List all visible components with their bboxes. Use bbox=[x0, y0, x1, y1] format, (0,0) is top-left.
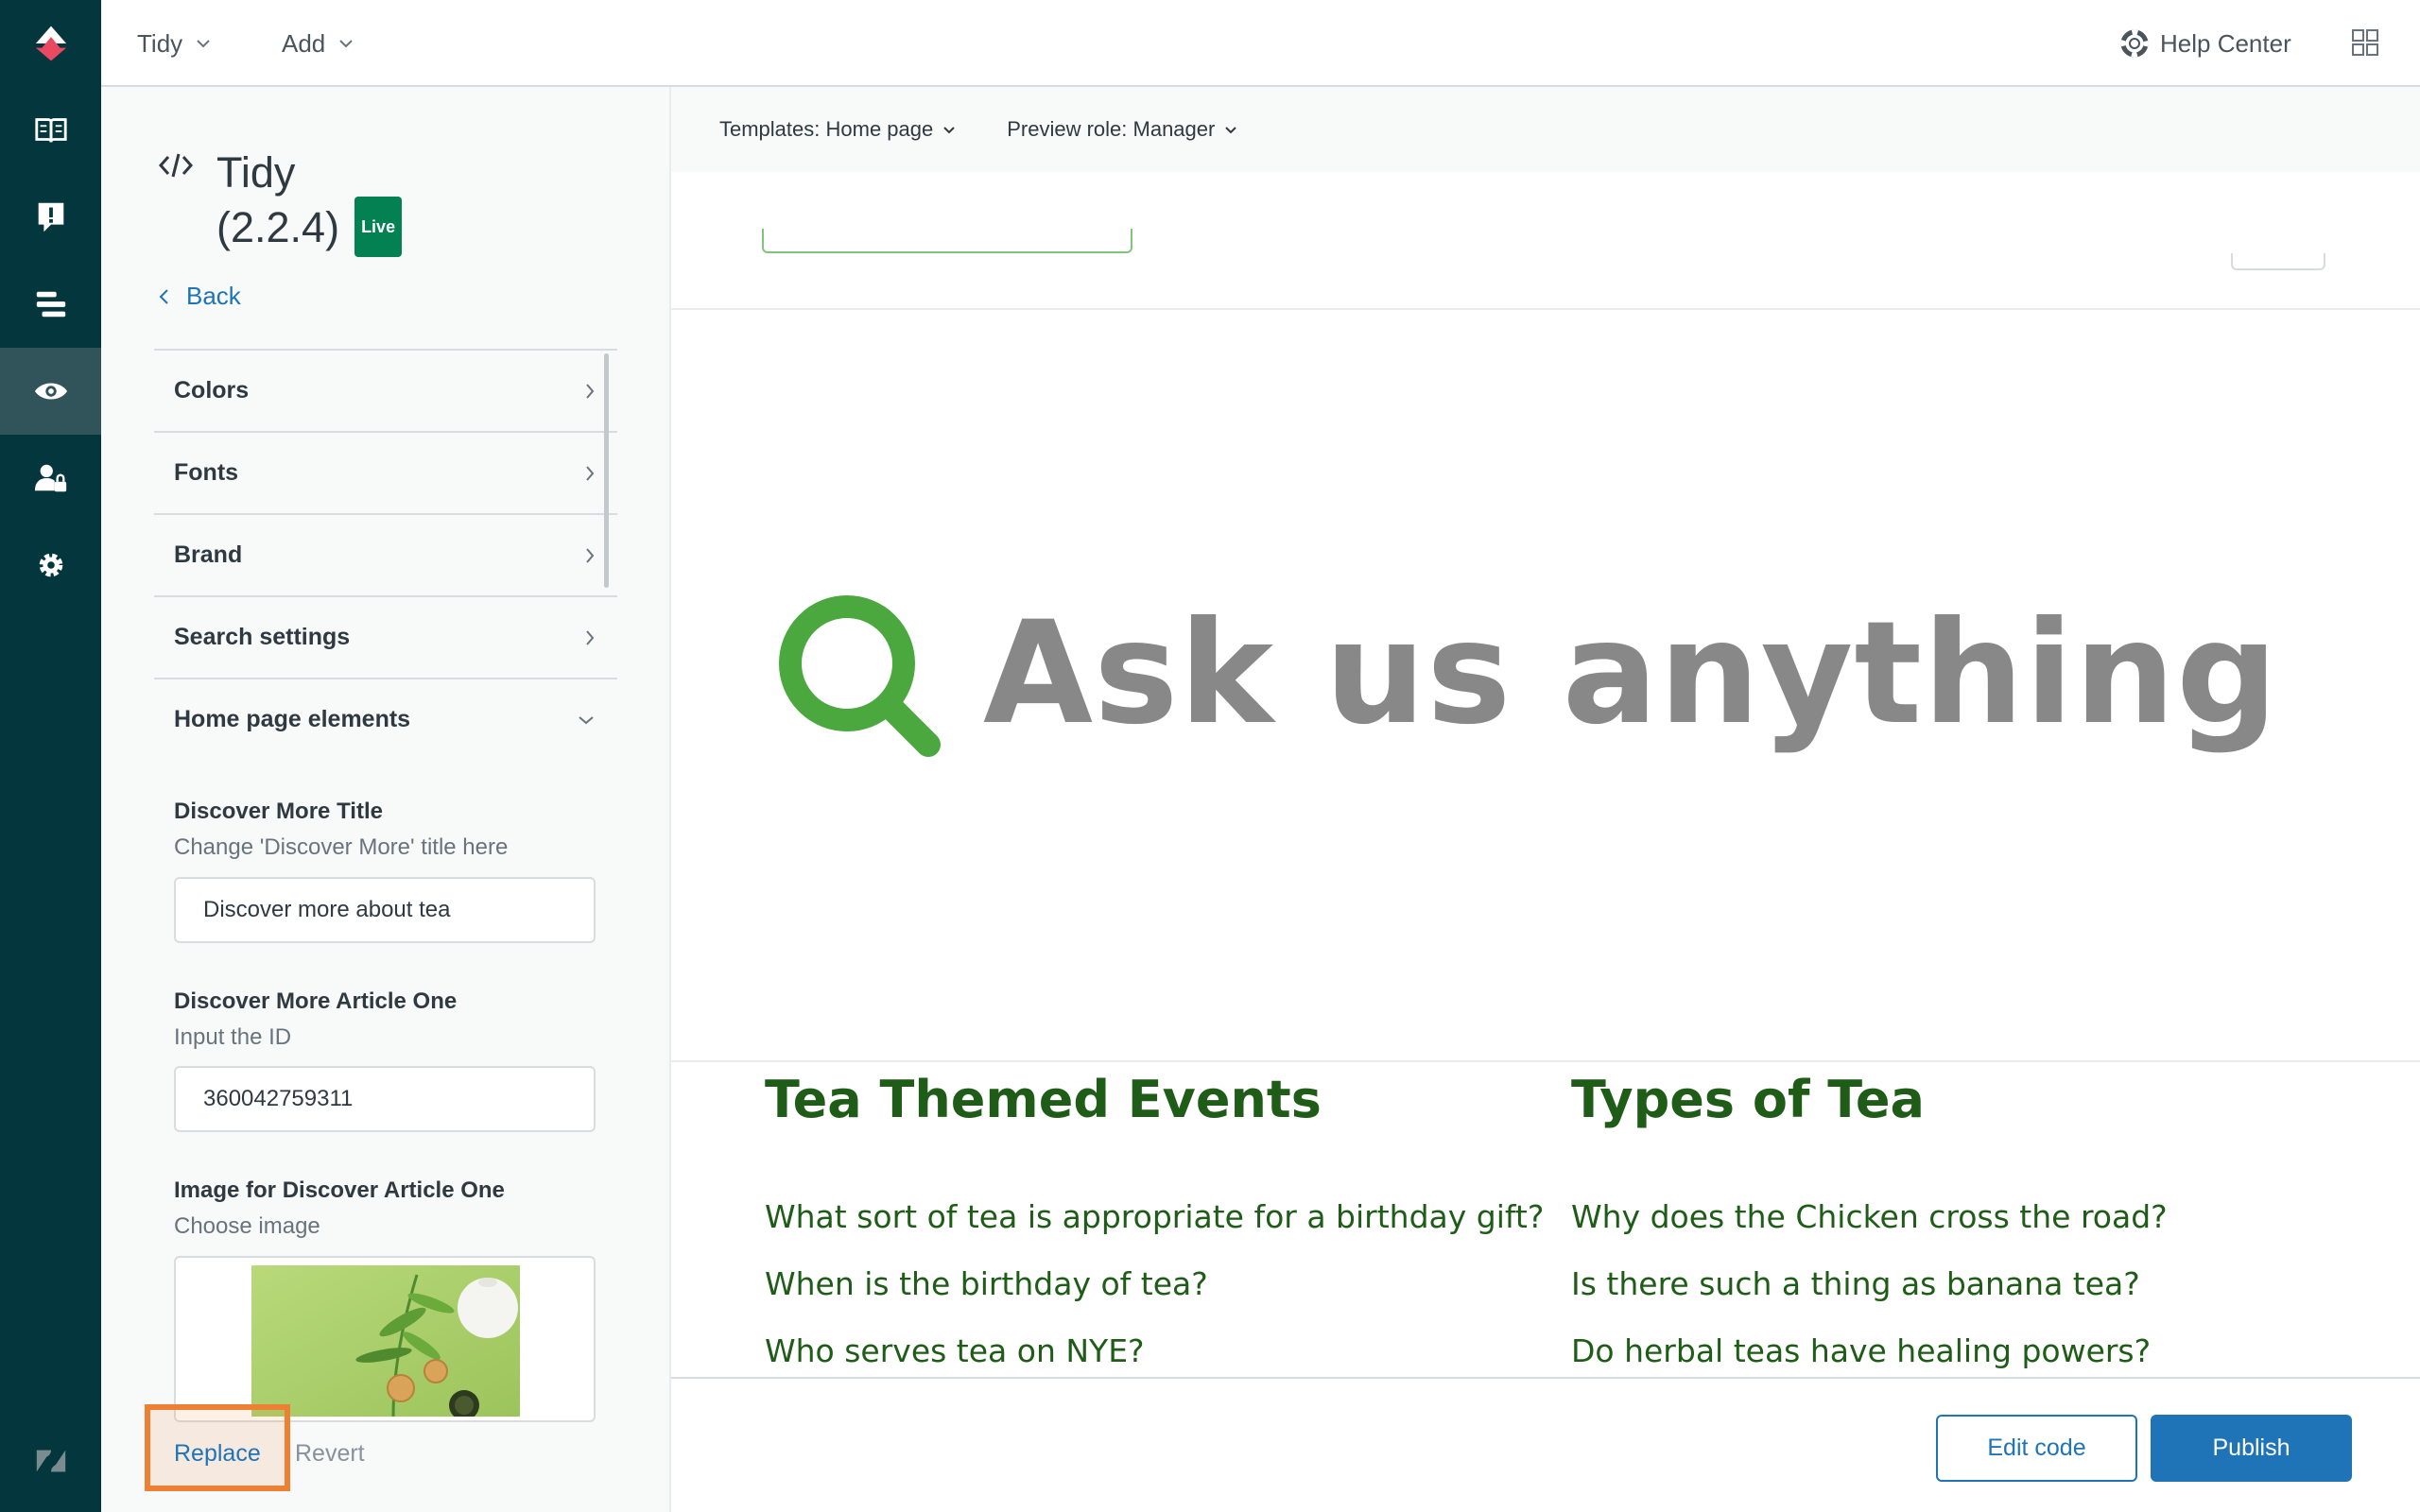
menu-tidy[interactable]: Tidy bbox=[137, 0, 211, 87]
accordion-label: Fonts bbox=[174, 459, 239, 486]
help-center-link[interactable]: Help Center bbox=[2120, 0, 2291, 87]
theme-title: Tidy (2.2.4) Live bbox=[216, 146, 403, 261]
zendesk-logo[interactable] bbox=[0, 0, 101, 87]
accordion-label: Colors bbox=[174, 377, 250, 404]
chevron-down-icon bbox=[197, 40, 210, 48]
theme-name: Tidy bbox=[216, 148, 296, 197]
templates-label: Templates: Home page bbox=[719, 117, 934, 141]
rail-item-guide[interactable] bbox=[0, 87, 101, 174]
tea-image bbox=[251, 1265, 520, 1417]
article-link[interactable]: Why does the Chicken cross the road? bbox=[1571, 1198, 2168, 1235]
article-link[interactable]: Do herbal teas have healing powers? bbox=[1571, 1332, 2151, 1369]
article-one-label: Discover More Article One bbox=[174, 988, 458, 1014]
menu-tidy-label: Tidy bbox=[137, 28, 183, 58]
accordion-label: Brand bbox=[174, 541, 243, 568]
section-title-events: Tea Themed Events bbox=[765, 1070, 1322, 1129]
panel-scrollbar[interactable] bbox=[604, 353, 609, 588]
site-header bbox=[671, 172, 2420, 310]
menu-add[interactable]: Add bbox=[282, 0, 354, 87]
accordion-label: Search settings bbox=[174, 624, 351, 650]
revert-button[interactable]: Revert bbox=[295, 1440, 365, 1468]
theme-version: (2.2.4) bbox=[216, 203, 340, 251]
templates-dropdown[interactable]: Templates: Home page bbox=[719, 117, 956, 142]
image-picker[interactable] bbox=[174, 1256, 596, 1422]
chevron-down-icon bbox=[579, 715, 594, 724]
live-badge: Live bbox=[354, 197, 403, 258]
accordion-home-page-elements[interactable]: Home page elements bbox=[154, 678, 617, 760]
article-link[interactable]: What sort of tea is appropriate for a bi… bbox=[765, 1198, 1544, 1235]
code-icon bbox=[158, 153, 194, 178]
product-rail bbox=[0, 0, 101, 1512]
rail-item-alerts[interactable] bbox=[0, 174, 101, 261]
rail-item-users[interactable] bbox=[0, 435, 101, 522]
chevron-down-icon bbox=[339, 40, 353, 48]
preview-role-label: Preview role: Manager bbox=[1007, 117, 1216, 141]
rail-item-arrange[interactable] bbox=[0, 261, 101, 348]
hero-section: Ask us anything bbox=[671, 310, 2420, 1062]
article-link[interactable]: When is the birthday of tea? bbox=[765, 1265, 1208, 1302]
accordion-fonts[interactable]: Fonts bbox=[154, 431, 617, 513]
edit-code-button[interactable]: Edit code bbox=[1936, 1415, 2137, 1482]
zendesk-z-icon bbox=[36, 1450, 65, 1472]
accordion-search-settings[interactable]: Search settings bbox=[154, 595, 617, 678]
site-menu-button[interactable] bbox=[2231, 253, 2325, 270]
discover-title-hint: Change 'Discover More' title here bbox=[174, 834, 509, 860]
site-logo[interactable] bbox=[762, 229, 1132, 253]
rail-item-settings[interactable] bbox=[0, 522, 101, 609]
back-link[interactable]: Back bbox=[158, 282, 241, 311]
chevron-right-icon bbox=[586, 465, 595, 481]
chevron-right-icon bbox=[586, 547, 595, 563]
alert-flag-icon bbox=[38, 202, 63, 232]
search-icon bbox=[779, 595, 941, 757]
image-article-one-hint: Choose image bbox=[174, 1213, 320, 1239]
preview-toolbar: Templates: Home page Preview role: Manag… bbox=[671, 87, 2420, 172]
article-one-hint: Input the ID bbox=[174, 1024, 292, 1050]
publish-button[interactable]: Publish bbox=[2151, 1415, 2352, 1482]
discover-title-input[interactable] bbox=[174, 877, 596, 943]
replace-button[interactable]: Replace bbox=[174, 1440, 261, 1468]
article-link[interactable]: Is there such a thing as banana tea? bbox=[1571, 1265, 2140, 1302]
section-title-types: Types of Tea bbox=[1571, 1070, 1925, 1129]
accordion-label: Home page elements bbox=[174, 706, 411, 732]
hero-title: Ask us anything bbox=[983, 592, 2279, 756]
theme-settings-panel: Tidy (2.2.4) Live Back Colors Fonts Brand… bbox=[101, 87, 671, 1512]
chevron-right-icon bbox=[586, 629, 595, 645]
rail-item-zendesk[interactable] bbox=[0, 1418, 101, 1504]
tea-image-thumbnail bbox=[251, 1265, 520, 1417]
eye-icon bbox=[34, 383, 67, 400]
accordion-colors[interactable]: Colors bbox=[154, 349, 617, 431]
back-label: Back bbox=[186, 282, 241, 310]
book-icon bbox=[34, 118, 67, 143]
theme-preview: Templates: Home page Preview role: Manag… bbox=[671, 87, 2420, 1512]
discover-title-label: Discover More Title bbox=[174, 799, 383, 824]
preview-role-dropdown[interactable]: Preview role: Manager bbox=[1007, 117, 1237, 142]
chevron-down-icon bbox=[943, 126, 955, 133]
chevron-down-icon bbox=[1225, 126, 1237, 133]
zendesk-logo-icon bbox=[35, 26, 66, 61]
chevron-left-icon bbox=[159, 288, 168, 304]
accordion-brand[interactable]: Brand bbox=[154, 513, 617, 595]
list-icon bbox=[36, 291, 65, 318]
gear-icon bbox=[39, 553, 62, 577]
article-one-id-input[interactable] bbox=[174, 1066, 596, 1132]
apps-grid-icon[interactable] bbox=[2351, 28, 2379, 57]
image-article-one-label: Image for Discover Article One bbox=[174, 1177, 505, 1203]
rail-item-customize[interactable] bbox=[0, 348, 101, 435]
lifebuoy-icon bbox=[2120, 29, 2149, 58]
action-footer: Edit code Publish bbox=[671, 1377, 2420, 1512]
user-lock-icon bbox=[34, 464, 66, 492]
help-center-label: Help Center bbox=[2160, 28, 2291, 58]
article-link[interactable]: Who serves tea on NYE? bbox=[765, 1332, 1145, 1369]
top-bar: Tidy Add Help Center bbox=[101, 0, 2420, 87]
chevron-right-icon bbox=[586, 383, 595, 399]
menu-add-label: Add bbox=[282, 28, 326, 58]
